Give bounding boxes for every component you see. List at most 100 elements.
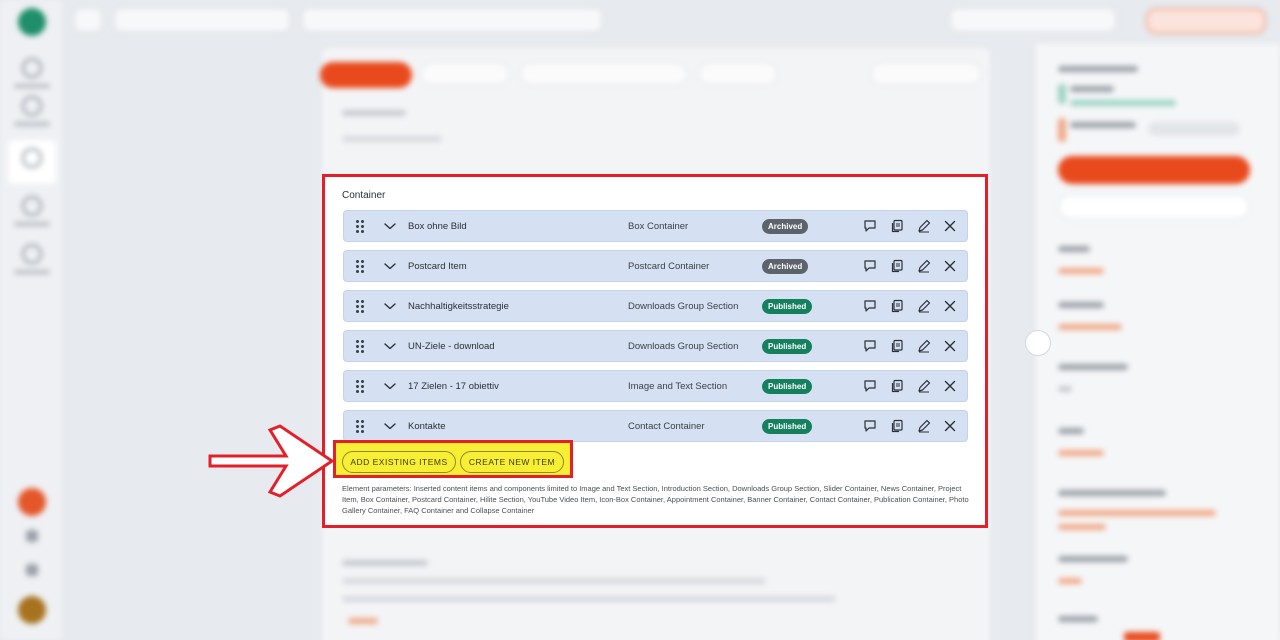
blurred-text xyxy=(1058,556,1128,562)
rail-icon[interactable] xyxy=(22,96,42,116)
close-icon[interactable] xyxy=(942,418,958,434)
rail-icon[interactable] xyxy=(22,196,42,216)
item-name: UN-Ziele - download xyxy=(408,341,495,352)
container-item-row[interactable]: Kontakte Contact Container Published xyxy=(343,410,968,442)
drag-handle-icon[interactable] xyxy=(356,300,366,314)
blurred-text xyxy=(342,596,836,602)
comment-icon[interactable] xyxy=(862,298,878,314)
secondary-button[interactable] xyxy=(1058,194,1250,220)
close-icon[interactable] xyxy=(942,338,958,354)
save-button[interactable] xyxy=(1058,156,1250,184)
container-title: Container xyxy=(342,190,386,201)
publish-button[interactable] xyxy=(320,62,412,88)
copy-icon[interactable] xyxy=(889,218,905,234)
container-item-row[interactable]: 17 Zielen - 17 obiettiv Image and Text Se… xyxy=(343,370,968,402)
comment-icon[interactable] xyxy=(862,258,878,274)
drag-handle-icon[interactable] xyxy=(356,220,366,234)
avatar[interactable] xyxy=(18,488,46,516)
container-item-row[interactable]: Nachhaltigkeitsstrategie Downloads Group … xyxy=(343,290,968,322)
toolbar-button[interactable] xyxy=(420,62,510,86)
edit-icon[interactable] xyxy=(916,258,932,274)
back-button[interactable] xyxy=(74,8,102,32)
blurred-badge xyxy=(1124,632,1160,640)
chevron-down-icon[interactable] xyxy=(382,418,398,434)
rail-small-icon[interactable] xyxy=(26,564,38,576)
item-type: Postcard Container xyxy=(628,261,710,272)
blurred-heading xyxy=(342,110,406,116)
comment-icon[interactable] xyxy=(862,338,878,354)
toolbar-button[interactable] xyxy=(870,62,982,86)
chevron-down-icon[interactable] xyxy=(382,338,398,354)
close-icon[interactable] xyxy=(942,218,958,234)
edit-icon[interactable] xyxy=(916,298,932,314)
copy-icon[interactable] xyxy=(889,418,905,434)
toolbar-button[interactable] xyxy=(520,62,688,86)
drag-handle-icon[interactable] xyxy=(356,260,366,274)
drag-handle-icon[interactable] xyxy=(356,420,366,434)
blurred-text xyxy=(1070,86,1114,92)
site-selector[interactable] xyxy=(114,8,290,32)
rail-icon[interactable] xyxy=(22,148,42,168)
blurred-text xyxy=(1058,450,1104,456)
status-badge: Published xyxy=(762,339,813,354)
close-icon[interactable] xyxy=(942,298,958,314)
comment-icon[interactable] xyxy=(862,378,878,394)
drag-handle-icon[interactable] xyxy=(356,380,366,394)
collapse-panel-button[interactable] xyxy=(1025,330,1051,356)
edit-icon[interactable] xyxy=(916,418,932,434)
container-item-row[interactable]: Box ohne Bild Box Container Archived xyxy=(343,210,968,242)
toolbar-button[interactable] xyxy=(698,62,778,86)
item-name: Kontakte xyxy=(408,421,446,432)
comment-icon[interactable] xyxy=(862,218,878,234)
blurred-text xyxy=(1058,428,1084,434)
avatar[interactable] xyxy=(18,596,46,624)
chevron-down-icon[interactable] xyxy=(382,218,398,234)
item-type: Downloads Group Section xyxy=(628,341,739,352)
blurred-button[interactable] xyxy=(1148,122,1240,136)
blurred-text xyxy=(1058,66,1138,72)
item-type: Box Container xyxy=(628,221,689,232)
item-type: Downloads Group Section xyxy=(628,301,739,312)
item-name: Nachhaltigkeitsstrategie xyxy=(408,301,509,312)
blurred-text xyxy=(1070,122,1136,128)
status-badge: Published xyxy=(762,379,813,394)
blurred-text xyxy=(1058,616,1098,622)
rail-icon[interactable] xyxy=(22,58,42,78)
blurred-text xyxy=(1058,490,1166,496)
breadcrumb xyxy=(302,8,602,32)
edit-icon[interactable] xyxy=(916,218,932,234)
copy-icon[interactable] xyxy=(889,298,905,314)
blurred-text xyxy=(1058,268,1104,274)
chevron-down-icon[interactable] xyxy=(382,298,398,314)
edit-icon[interactable] xyxy=(916,338,932,354)
status-badge: Published xyxy=(762,419,813,434)
create-new-item-button[interactable]: CREATE NEW ITEM xyxy=(460,451,564,473)
add-existing-items-button[interactable]: ADD EXISTING ITEMS xyxy=(342,451,456,473)
blurred-text xyxy=(1058,578,1082,584)
item-name: 17 Zielen - 17 obiettiv xyxy=(408,381,499,392)
blurred-text xyxy=(342,578,766,584)
edit-icon[interactable] xyxy=(916,378,932,394)
annotation-arrow-icon xyxy=(208,424,335,498)
copy-icon[interactable] xyxy=(889,258,905,274)
status-badge: Archived xyxy=(762,219,809,234)
element-parameters-text: Element parameters: Inserted content ite… xyxy=(342,484,969,515)
search-input[interactable] xyxy=(950,8,1116,32)
item-name: Box ohne Bild xyxy=(408,221,467,232)
chevron-down-icon[interactable] xyxy=(382,258,398,274)
drag-handle-icon[interactable] xyxy=(356,340,366,354)
container-item-row[interactable]: UN-Ziele - download Downloads Group Secti… xyxy=(343,330,968,362)
comment-icon[interactable] xyxy=(862,418,878,434)
item-type: Contact Container xyxy=(628,421,705,432)
chevron-down-icon[interactable] xyxy=(382,378,398,394)
copy-icon[interactable] xyxy=(889,338,905,354)
blurred-text xyxy=(1070,100,1176,106)
rail-small-icon[interactable] xyxy=(26,530,38,542)
top-red-button[interactable] xyxy=(1146,8,1266,34)
blurred-heading xyxy=(342,560,428,566)
container-item-row[interactable]: Postcard Item Postcard Container Archived xyxy=(343,250,968,282)
copy-icon[interactable] xyxy=(889,378,905,394)
close-icon[interactable] xyxy=(942,258,958,274)
rail-icon[interactable] xyxy=(22,244,42,264)
close-icon[interactable] xyxy=(942,378,958,394)
